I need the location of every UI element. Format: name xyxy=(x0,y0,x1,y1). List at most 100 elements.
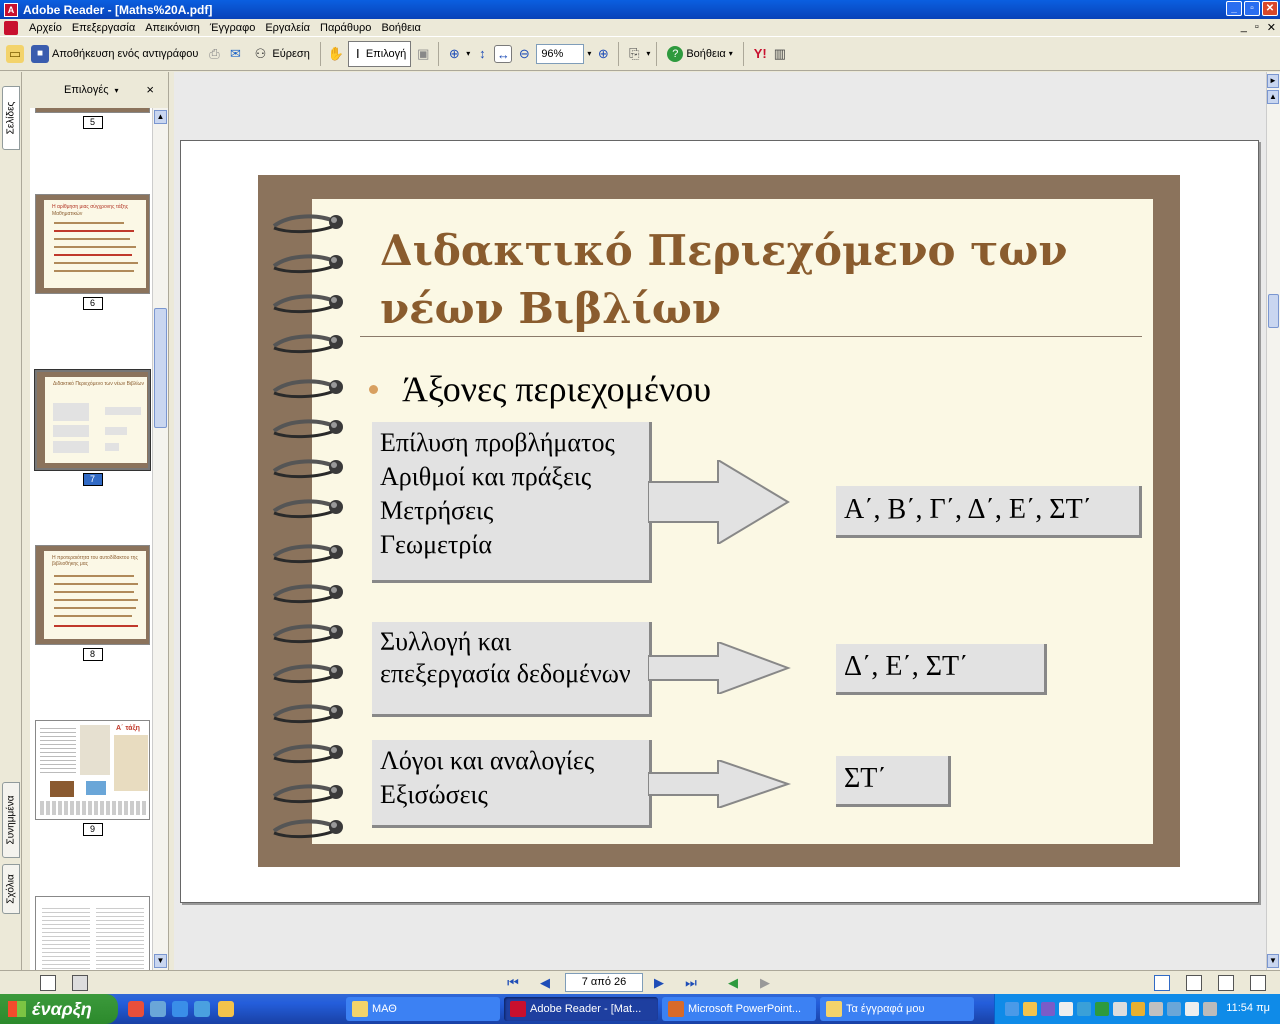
zoom-field[interactable]: 96% xyxy=(536,43,585,64)
content-box-right-1: Α΄, Β΄, Γ΄, Δ΄, Ε΄, ΣΤ΄ xyxy=(836,486,1142,538)
menu-window[interactable]: Παράθυρο xyxy=(315,22,376,34)
tray-icon[interactable] xyxy=(1185,1002,1199,1016)
zoom-plus-icon[interactable]: ⊕ xyxy=(594,45,612,63)
select-tool-button[interactable]: I Επιλογή xyxy=(347,40,412,67)
maximize-button[interactable]: ▫ xyxy=(1244,1,1260,16)
tray-icon[interactable] xyxy=(1077,1002,1091,1016)
quicklaunch-icon-2[interactable] xyxy=(150,1001,166,1017)
fit-width-icon[interactable]: ↔ xyxy=(494,44,513,63)
tray-icon[interactable] xyxy=(1149,1002,1163,1016)
rotate-dropdown-icon[interactable]: ▾ xyxy=(646,49,650,58)
scroll-right-arrow[interactable]: ► xyxy=(1267,74,1279,88)
document-window-controls: _ ▫ ✕ xyxy=(1241,21,1276,34)
thumbnail-page-9[interactable]: Α΄ τάξη 9 xyxy=(35,720,150,836)
tray-icon[interactable] xyxy=(1005,1002,1019,1016)
scroll-thumb[interactable] xyxy=(1268,294,1279,328)
pdf-document-icon[interactable] xyxy=(4,20,18,35)
close-panel-icon[interactable]: × xyxy=(146,82,154,97)
go-back-icon[interactable]: ◀ xyxy=(724,975,742,991)
menu-file[interactable]: Αρχείο xyxy=(24,22,67,34)
tray-icon[interactable] xyxy=(1059,1002,1073,1016)
rotate-pages-icon[interactable]: ⎘ xyxy=(625,45,643,63)
previous-page-icon[interactable]: ◀ xyxy=(536,975,554,991)
options-menu[interactable]: Επιλογές xyxy=(64,84,109,96)
save-copy-label: Αποθήκευση ενός αντιγράφου xyxy=(52,47,199,60)
scroll-thumb[interactable] xyxy=(154,308,167,428)
tray-icon[interactable] xyxy=(1131,1002,1145,1016)
tray-icon[interactable] xyxy=(1041,1002,1055,1016)
print-icon[interactable]: ⎙ xyxy=(205,45,223,63)
menu-help[interactable]: Βοήθεια xyxy=(376,22,425,34)
open-folder-icon[interactable]: ▭ xyxy=(6,44,24,63)
quicklaunch-ie-icon[interactable] xyxy=(172,1001,188,1017)
tray-icon[interactable] xyxy=(1113,1002,1127,1016)
thumbnail-page-8[interactable]: Η προτεραιότητα του αυτοδίδακτου της βιβ… xyxy=(35,545,150,661)
doc-restore-button[interactable]: ▫ xyxy=(1255,21,1259,34)
thumbnail-page-7[interactable]: Διδακτικό Περιεχόμενο των νέων Βιβλίων 7 xyxy=(34,369,151,486)
go-forward-icon[interactable]: ▶ xyxy=(756,975,774,991)
last-page-icon[interactable]: ⏭ xyxy=(682,975,700,991)
single-page-layout-icon[interactable] xyxy=(1154,975,1170,991)
quicklaunch-icon-1[interactable] xyxy=(128,1001,144,1017)
status-bar: ⏮ ◀ 7 από 26 ▶ ⏭ ◀ ▶ xyxy=(0,970,1280,994)
minimize-button[interactable]: _ xyxy=(1226,1,1242,16)
tab-attachments[interactable]: Συνημμένα xyxy=(2,782,20,858)
task-folder[interactable]: ΜΑΘ xyxy=(346,997,500,1021)
tab-pages-label: Σελίδες xyxy=(5,101,17,135)
tab-comments[interactable]: Σχόλια xyxy=(2,864,20,914)
page-number-label: 7 xyxy=(82,473,103,486)
scroll-down-arrow[interactable]: ▼ xyxy=(154,954,167,968)
tray-icon[interactable] xyxy=(1167,1002,1181,1016)
fit-page-icon[interactable]: ↕ xyxy=(473,45,491,63)
thumbnail-page-6[interactable]: Η αρίθμηση μιας σύγχρονης τάξης Μαθηματι… xyxy=(35,194,150,310)
thumbnail-page-5[interactable]: 5 xyxy=(35,108,150,129)
close-button[interactable]: ✕ xyxy=(1262,1,1278,16)
start-button[interactable]: έναρξη xyxy=(0,994,118,1024)
yahoo-extra-icon[interactable]: ▥ xyxy=(774,45,786,63)
quicklaunch-icon-4[interactable] xyxy=(194,1001,210,1017)
scroll-down-arrow[interactable]: ▼ xyxy=(1267,954,1279,968)
task-powerpoint[interactable]: Microsoft PowerPoint... xyxy=(662,997,816,1021)
document-scrollbar[interactable]: ► ▲ ▼ xyxy=(1266,72,1280,970)
continuous-facing-layout-icon[interactable] xyxy=(1250,975,1266,991)
tray-icon[interactable] xyxy=(1023,1002,1037,1016)
page-number-label: 5 xyxy=(82,116,103,129)
zoom-tool-dropdown-icon[interactable]: ▾ xyxy=(466,49,470,58)
doc-close-button[interactable]: ✕ xyxy=(1267,21,1276,34)
hand-tool-icon[interactable]: ✋ xyxy=(327,45,345,63)
search-button[interactable]: ⚇ Εύρεση xyxy=(247,41,313,67)
help-button[interactable]: ? Βοήθεια ▾ xyxy=(663,41,736,67)
options-dropdown-icon[interactable]: ▾ xyxy=(115,86,119,95)
printer-icon[interactable] xyxy=(1203,1002,1217,1016)
doc-minimize-button[interactable]: _ xyxy=(1241,21,1247,34)
thumbnail-page-10[interactable] xyxy=(35,896,150,970)
menu-edit[interactable]: Επεξεργασία xyxy=(67,22,140,34)
menu-view[interactable]: Απεικόνιση xyxy=(140,22,205,34)
menu-tools[interactable]: Εργαλεία xyxy=(260,22,315,34)
thumbnail-scrollbar[interactable]: ▲ ▼ xyxy=(152,108,168,970)
next-page-icon[interactable]: ▶ xyxy=(650,975,668,991)
tab-pages[interactable]: Σελίδες xyxy=(2,86,20,150)
tray-icon[interactable] xyxy=(1095,1002,1109,1016)
zoom-dropdown-icon[interactable]: ▾ xyxy=(587,49,591,58)
snapshot-icon[interactable]: ▣ xyxy=(414,45,432,63)
scroll-up-arrow[interactable]: ▲ xyxy=(1267,90,1279,104)
task-adobe-reader[interactable]: Adobe Reader - [Mat... xyxy=(504,997,658,1021)
facing-layout-icon[interactable] xyxy=(1218,975,1234,991)
zoom-out-icon[interactable]: ⊖ xyxy=(515,45,533,63)
first-page-icon[interactable]: ⏮ xyxy=(504,975,522,991)
menu-document[interactable]: Έγγραφο xyxy=(205,22,261,34)
yahoo-toolbar-button[interactable]: Y! xyxy=(750,46,771,61)
page-number-field[interactable]: 7 από 26 xyxy=(565,973,643,992)
email-icon[interactable]: ✉ xyxy=(226,45,244,63)
continuous-view-icon[interactable] xyxy=(72,975,88,991)
spiral-ring xyxy=(272,379,343,399)
task-my-documents[interactable]: Τα έγγραφά μου xyxy=(820,997,974,1021)
continuous-layout-icon[interactable] xyxy=(1186,975,1202,991)
scroll-up-arrow[interactable]: ▲ xyxy=(154,110,167,124)
quicklaunch-icon-5[interactable] xyxy=(218,1001,234,1017)
spiral-ring xyxy=(272,419,343,439)
save-copy-button[interactable]: ■ Αποθήκευση ενός αντιγράφου xyxy=(27,41,202,67)
zoom-in-icon[interactable]: ⊕ xyxy=(445,45,463,63)
single-page-view-icon[interactable] xyxy=(40,975,56,991)
